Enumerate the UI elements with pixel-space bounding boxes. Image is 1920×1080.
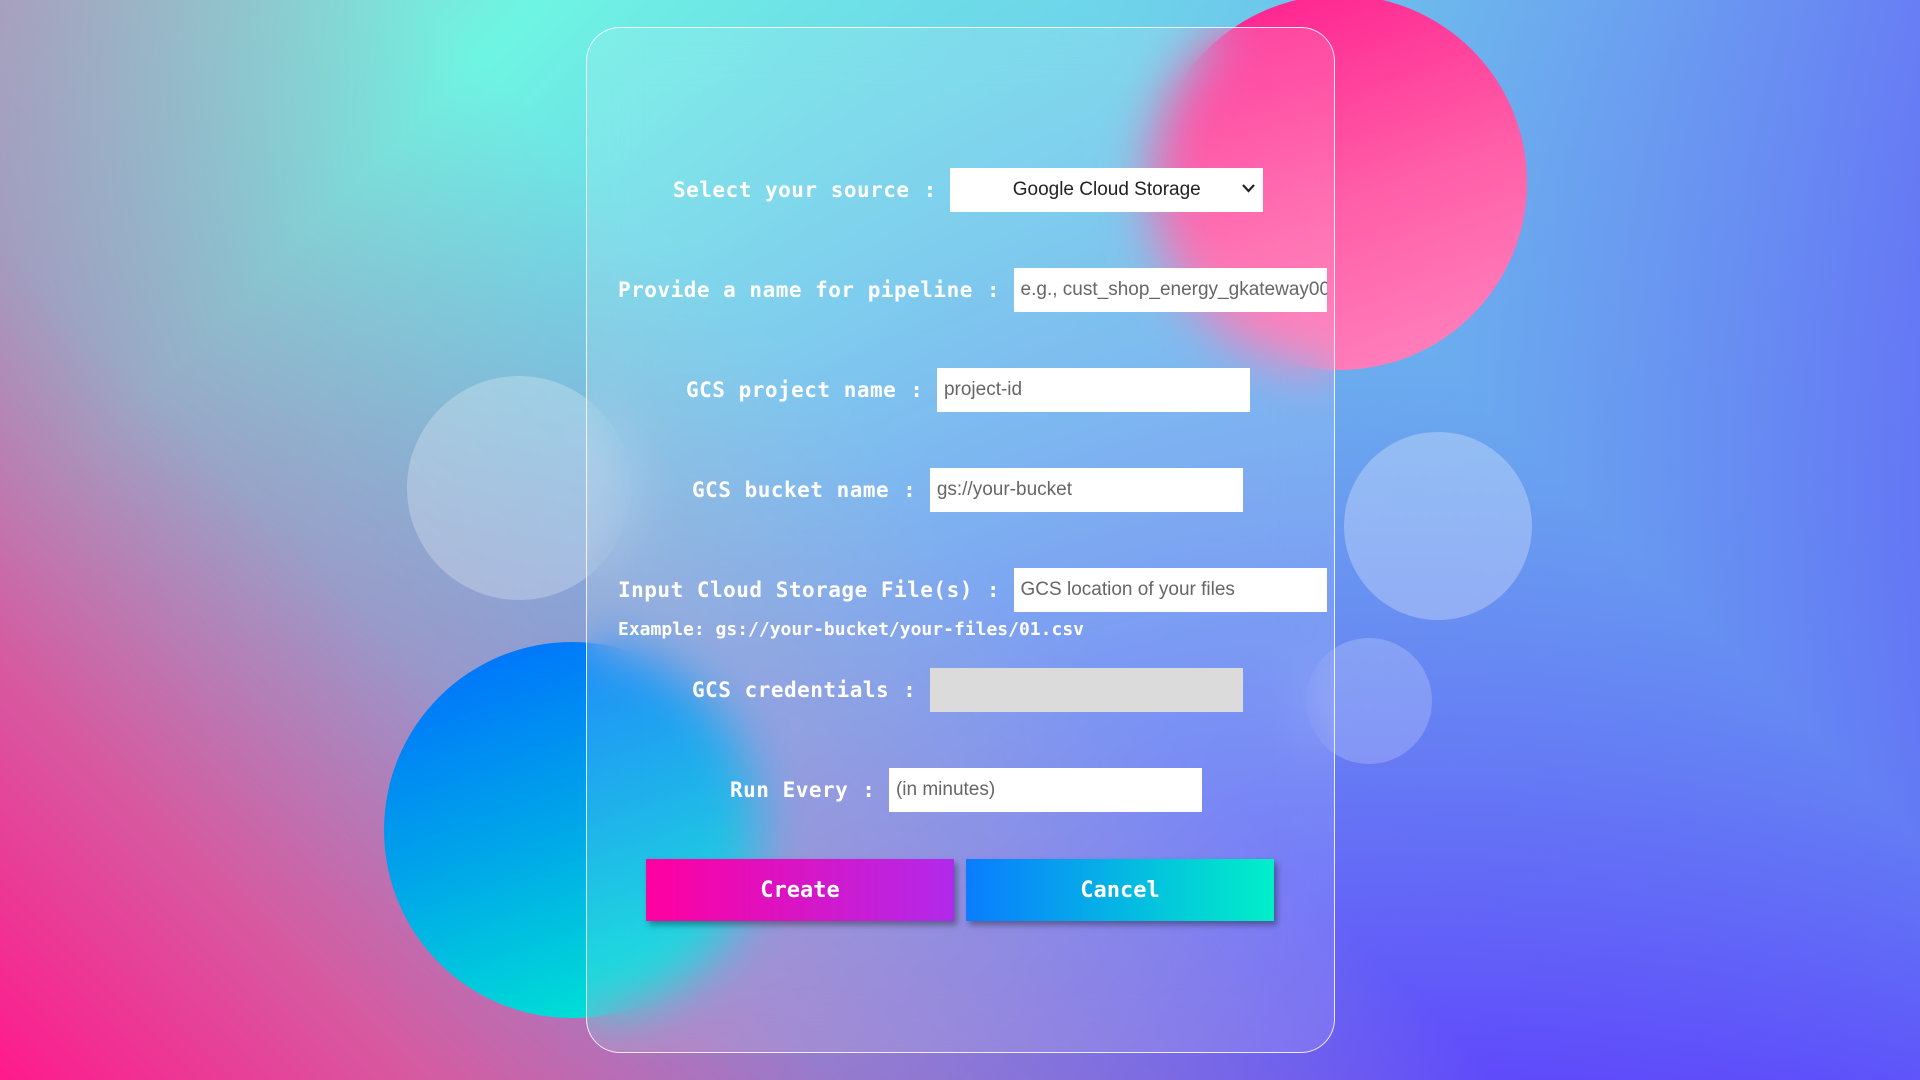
input-files-hint: Example: gs://your-bucket/your-files/01.…	[618, 619, 1084, 640]
project-name-label: GCS project name	[686, 378, 897, 402]
colon: :	[903, 478, 916, 502]
source-row: Select your source : Google Cloud Storag…	[673, 168, 1264, 212]
credentials-input[interactable]	[929, 668, 1243, 712]
colon: :	[862, 778, 875, 802]
colon: :	[986, 578, 1000, 602]
pipeline-name-row: Provide a name for pipeline : e.g., cust…	[618, 268, 1327, 312]
colon: :	[986, 278, 1000, 302]
decorative-circle-ghost	[1344, 432, 1532, 620]
chevron-down-icon	[1242, 180, 1256, 196]
input-files-label: Input Cloud Storage File(s)	[618, 578, 973, 602]
create-button[interactable]: Create	[646, 859, 954, 921]
colon: :	[903, 678, 916, 702]
run-every-label: Run Every	[730, 778, 849, 802]
input-files-row: Input Cloud Storage File(s) : GCS locati…	[618, 568, 1327, 612]
run-every-input[interactable]: (in minutes)	[888, 768, 1202, 812]
colon: :	[910, 378, 923, 402]
bucket-name-row: GCS bucket name : gs://your-bucket	[692, 468, 1243, 512]
pipeline-name-input[interactable]: e.g., cust_shop_energy_gkateway00	[1013, 268, 1327, 312]
input-files-input[interactable]: GCS location of your files	[1013, 568, 1327, 612]
project-name-input[interactable]: project-id	[936, 368, 1250, 412]
run-every-row: Run Every : (in minutes)	[730, 768, 1202, 812]
source-select-value: Google Cloud Storage	[1012, 179, 1201, 200]
source-label: Select your source	[673, 178, 910, 202]
bucket-name-input[interactable]: gs://your-bucket	[929, 468, 1243, 512]
credentials-row: GCS credentials :	[692, 668, 1243, 712]
project-name-row: GCS project name : project-id	[686, 368, 1250, 412]
credentials-label: GCS credentials	[692, 678, 890, 702]
cancel-button[interactable]: Cancel	[966, 859, 1274, 921]
pipeline-name-label: Provide a name for pipeline	[618, 278, 973, 302]
bucket-name-label: GCS bucket name	[692, 478, 890, 502]
colon: :	[923, 178, 937, 202]
source-select[interactable]: Google Cloud Storage	[950, 168, 1264, 212]
